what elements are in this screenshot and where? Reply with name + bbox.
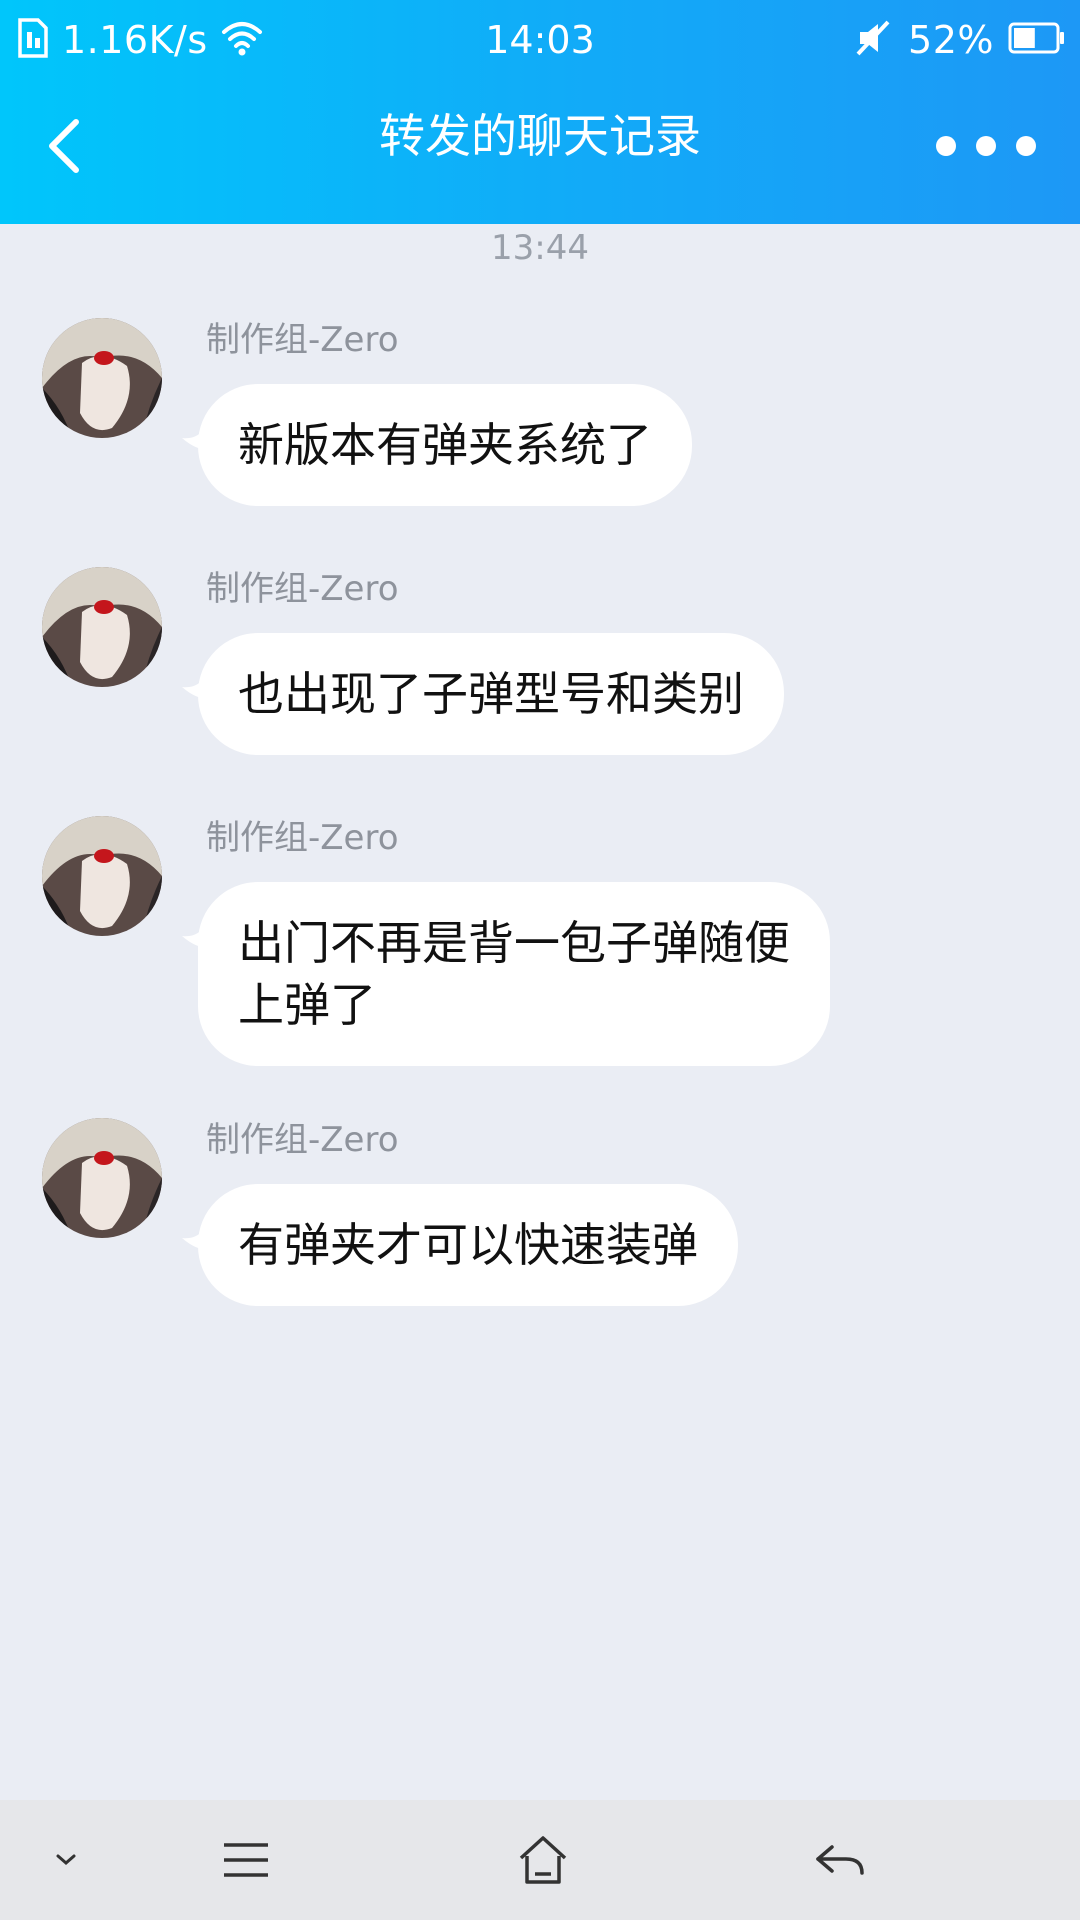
header: 1.16K/s 14:03 52% 转发的聊天记录 bbox=[0, 0, 1080, 224]
battery-percent: 52% bbox=[908, 18, 994, 62]
menu-icon bbox=[224, 1843, 268, 1877]
home-icon bbox=[519, 1836, 567, 1884]
sender-name: 制作组-Zero bbox=[206, 1120, 399, 1160]
sender-name: 制作组-Zero bbox=[206, 320, 399, 360]
sender-name: 制作组-Zero bbox=[206, 569, 399, 609]
page-title: 转发的聊天记录 bbox=[379, 109, 701, 163]
bottom-navigation bbox=[0, 1800, 1080, 1920]
message-line: 也出现了子弹型号和类别 bbox=[238, 667, 744, 721]
message-bubble[interactable]: 有弹夹才可以快速装弹 bbox=[198, 1184, 738, 1306]
avatar-image bbox=[42, 318, 162, 438]
avatar-image bbox=[42, 816, 162, 936]
back-arrow-icon bbox=[816, 1845, 864, 1875]
message-bubble[interactable]: 出门不再是背一包子弹随便 上弹了 bbox=[198, 882, 830, 1066]
collapse-button[interactable] bbox=[26, 1822, 106, 1898]
message-line: 上弹了 bbox=[238, 978, 376, 1032]
more-dots-icon bbox=[936, 136, 956, 156]
status-bar: 1.16K/s 14:03 52% bbox=[0, 0, 1080, 80]
home-button[interactable] bbox=[503, 1822, 583, 1898]
chevron-down-icon bbox=[56, 1854, 76, 1865]
avatar[interactable] bbox=[42, 567, 162, 687]
sender-name: 制作组-Zero bbox=[206, 818, 399, 858]
avatar-image bbox=[42, 1118, 162, 1238]
battery-icon bbox=[1008, 21, 1066, 59]
message-line: 出门不再是背一包子弹随便 bbox=[238, 916, 790, 970]
avatar[interactable] bbox=[42, 1118, 162, 1238]
message-bubble[interactable]: 也出现了子弹型号和类别 bbox=[198, 633, 784, 755]
silent-mode-icon bbox=[854, 18, 894, 62]
status-right: 52% bbox=[854, 16, 1066, 64]
timestamp: 13:44 bbox=[491, 228, 589, 268]
avatar[interactable] bbox=[42, 816, 162, 936]
chat-history[interactable]: 13:44 制作组-Zero 新版本有弹夹系统了 制作组-Zero 也出现了子弹… bbox=[0, 224, 1080, 1800]
message-bubble[interactable]: 新版本有弹夹系统了 bbox=[198, 384, 692, 506]
menu-button[interactable] bbox=[206, 1822, 286, 1898]
title-bar: 转发的聊天记录 bbox=[0, 90, 1080, 210]
avatar[interactable] bbox=[42, 318, 162, 438]
more-button[interactable] bbox=[936, 128, 1036, 164]
back-nav-button[interactable] bbox=[800, 1822, 880, 1898]
message-line: 新版本有弹夹系统了 bbox=[238, 418, 652, 472]
avatar-image bbox=[42, 567, 162, 687]
message-line: 有弹夹才可以快速装弹 bbox=[238, 1218, 698, 1272]
